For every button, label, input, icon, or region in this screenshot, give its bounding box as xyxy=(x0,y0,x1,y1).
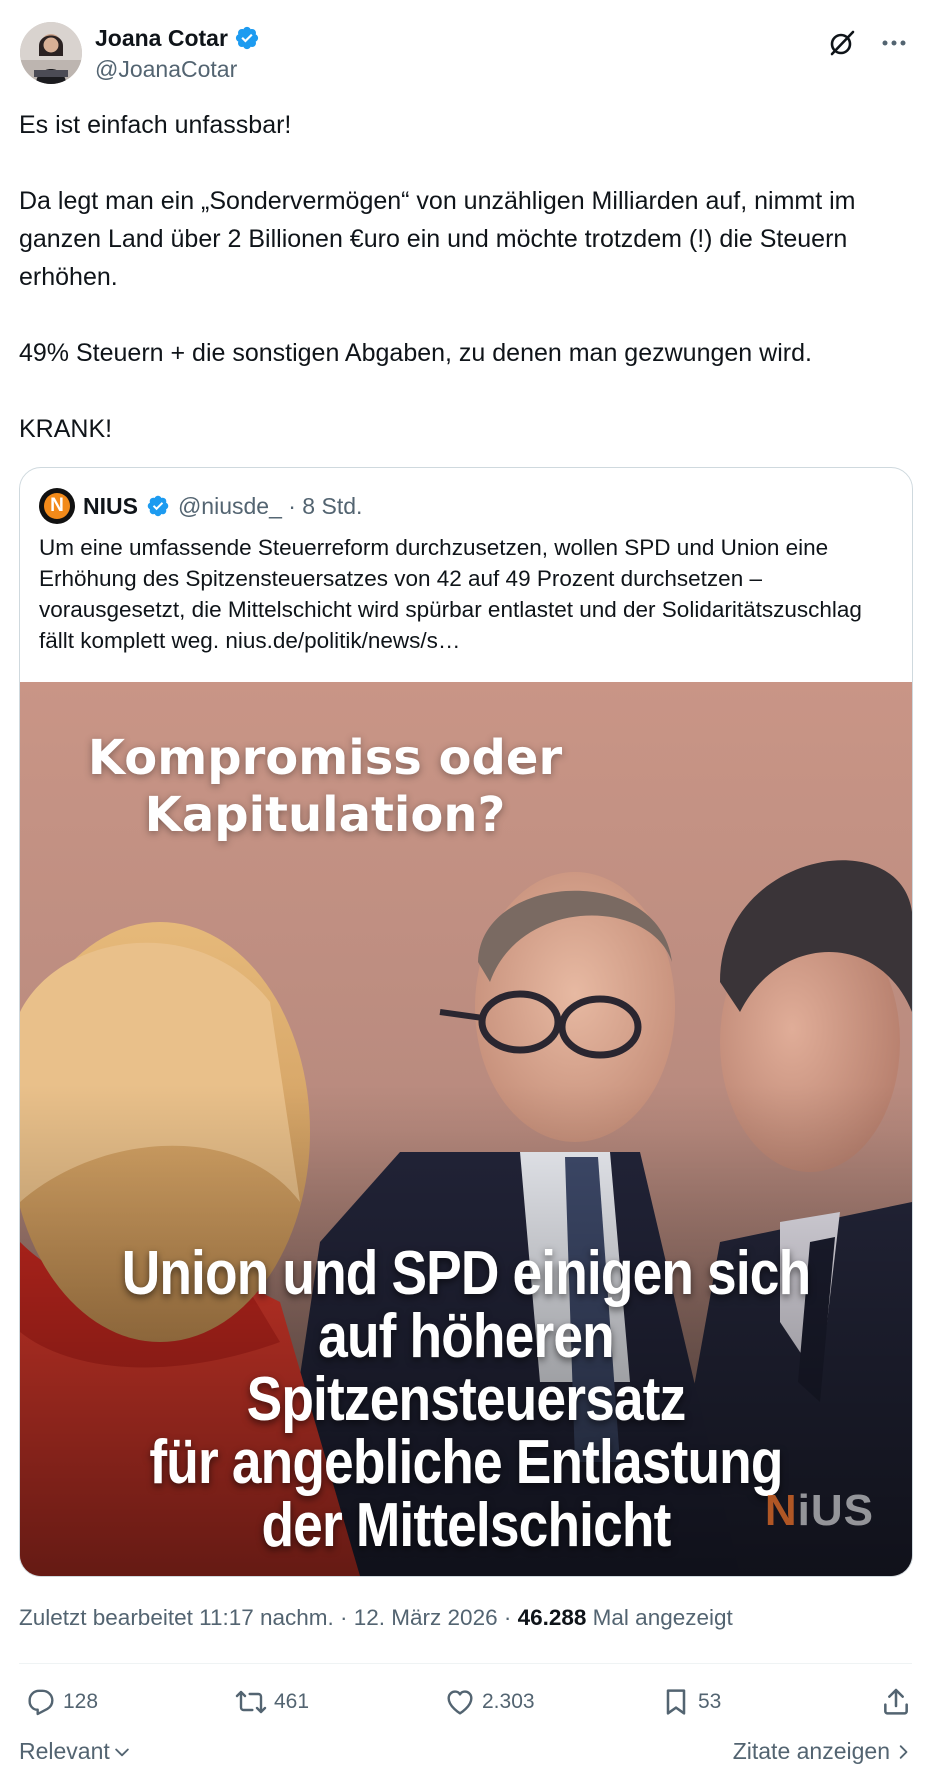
reply-count: 128 xyxy=(63,1690,99,1713)
nius-logo-icon: N xyxy=(44,493,70,519)
replies-footer: Relevant Zitate anzeigen xyxy=(19,1738,912,1772)
quoted-tweet-image[interactable]: Kompromiss oder Kapitulation? Union und … xyxy=(20,682,912,1576)
nius-watermark: NiUS xyxy=(765,1486,874,1536)
grok-icon[interactable] xyxy=(825,26,859,60)
chevron-down-icon xyxy=(115,1748,129,1756)
header-actions xyxy=(825,26,911,60)
quoted-author-name: NIUS xyxy=(83,492,138,519)
sort-dropdown[interactable]: Relevant xyxy=(19,1738,132,1765)
watermark-n: N xyxy=(764,1486,798,1535)
avatar[interactable] xyxy=(20,22,82,84)
tweet-page: Joana Cotar @JoanaCotar Es ist einfach u… xyxy=(0,0,931,1777)
tweet-body: Es ist einfach unfassbar! Da legt man ei… xyxy=(19,106,919,448)
image-subline: Union und SPD einigen sich auf höheren S… xyxy=(117,1242,815,1557)
views-count: 46.288 xyxy=(517,1605,587,1630)
verified-badge-icon xyxy=(234,25,260,51)
view-quotes-link[interactable]: Zitate anzeigen xyxy=(733,1738,912,1765)
image-subline-line: der Mittelschicht xyxy=(261,1491,671,1560)
image-subline-line: für angebliche Entlastung xyxy=(149,1428,783,1497)
image-subline-line: Union und SPD einigen sich xyxy=(121,1239,811,1308)
more-icon[interactable] xyxy=(877,26,911,60)
tweet-paragraph: Es ist einfach unfassbar! xyxy=(19,111,292,139)
repost-button[interactable]: 461 xyxy=(234,1680,309,1724)
author-block: Joana Cotar @JoanaCotar xyxy=(95,24,260,84)
verified-badge-icon xyxy=(146,494,170,518)
quoted-tweet-header: N NIUS @niusde_ · 8 Std. xyxy=(39,488,362,524)
like-button[interactable]: 2.303 xyxy=(444,1680,535,1724)
watermark-rest: iUS xyxy=(797,1486,874,1535)
views-label: Mal angezeigt xyxy=(586,1605,733,1630)
heart-icon xyxy=(447,1690,473,1715)
quoted-author-avatar: N xyxy=(39,488,75,524)
bookmark-button[interactable]: 53 xyxy=(660,1680,721,1724)
repost-count: 461 xyxy=(274,1690,310,1713)
bookmark-count: 53 xyxy=(698,1690,722,1713)
image-headline: Kompromiss oder Kapitulation? xyxy=(20,730,630,844)
sort-label: Relevant xyxy=(19,1738,110,1764)
chevron-right-icon xyxy=(899,1744,908,1759)
action-bar: 128 461 2.303 53 xyxy=(19,1680,912,1724)
image-headline-line: Kompromiss oder xyxy=(87,730,563,786)
image-headline-line: Kapitulation? xyxy=(144,787,506,843)
like-count: 2.303 xyxy=(482,1690,535,1713)
divider xyxy=(19,1663,912,1664)
quoted-tweet[interactable]: N NIUS @niusde_ · 8 Std. Um eine umfasse… xyxy=(19,467,913,1577)
image-subline-line: auf höheren Spitzensteuersatz xyxy=(246,1302,687,1434)
share-icon xyxy=(884,1688,908,1715)
repost-icon xyxy=(235,1690,267,1714)
tweet-meta: Zuletzt bearbeitet 11:17 nachm. · 12. Mä… xyxy=(19,1603,733,1633)
share-button[interactable] xyxy=(880,1680,912,1724)
tweet-paragraph: Da legt man ein „Sondervermögen“ von unz… xyxy=(19,187,856,291)
tweet-paragraph: KRANK! xyxy=(19,415,113,443)
quoted-author-handle-time: @niusde_ · 8 Std. xyxy=(177,492,363,519)
author-handle[interactable]: @JoanaCotar xyxy=(95,54,260,84)
tweet-header: Joana Cotar @JoanaCotar xyxy=(20,22,911,86)
author-name[interactable]: Joana Cotar xyxy=(95,24,228,52)
quotes-label: Zitate anzeigen xyxy=(732,1738,890,1764)
bookmark-icon xyxy=(666,1689,686,1715)
tweet-paragraph: 49% Steuern + die sonstigen Abgaben, zu … xyxy=(19,339,812,367)
reply-button[interactable]: 128 xyxy=(25,1680,98,1724)
quoted-tweet-text: Um eine umfassende Steuerreform durchzus… xyxy=(39,535,862,653)
reply-icon xyxy=(28,1689,54,1716)
edited-timestamp[interactable]: Zuletzt bearbeitet 11:17 nachm. · 12. Mä… xyxy=(19,1605,518,1630)
